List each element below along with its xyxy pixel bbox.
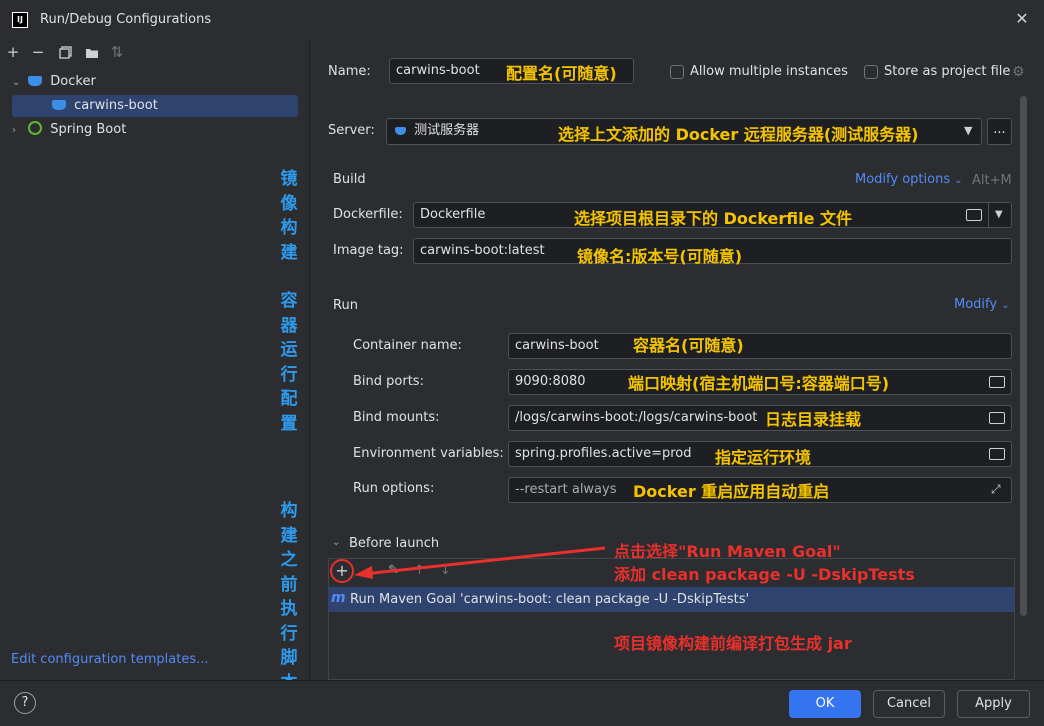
- remove-icon[interactable]: −: [29, 43, 47, 61]
- modify-options-link[interactable]: Modify options ⌄: [855, 172, 963, 187]
- maven-task-label: Run Maven Goal 'carwins-boot: clean pack…: [350, 592, 750, 607]
- name-label: Name:: [328, 64, 371, 79]
- env-vars-label: Environment variables:: [353, 446, 504, 461]
- container-name-field[interactable]: carwins-boot: [508, 333, 1012, 359]
- folder-icon[interactable]: [966, 209, 982, 221]
- chevron-right-icon: ›: [12, 125, 16, 136]
- apply-button[interactable]: Apply: [957, 690, 1030, 718]
- edit-templates-link[interactable]: Edit configuration templates...: [11, 652, 209, 667]
- name-note: 配置名(可随意): [506, 64, 617, 83]
- help-icon[interactable]: ?: [14, 692, 36, 714]
- spring-boot-icon: [28, 121, 43, 135]
- chevron-down-icon[interactable]: ⌄: [332, 537, 340, 548]
- copy-icon[interactable]: [56, 45, 74, 63]
- folder-icon[interactable]: [989, 412, 1005, 424]
- container-name-note: 容器名(可随意): [633, 336, 744, 355]
- arrow-annotation: [354, 546, 606, 579]
- vertical-note-build: 镜像构建: [280, 169, 298, 263]
- server-note: 选择上文添加的 Docker 远程服务器(测试服务器): [558, 125, 919, 144]
- folder-icon[interactable]: [989, 448, 1005, 460]
- vertical-note-run: 容器运行配置: [280, 291, 298, 434]
- cancel-button[interactable]: Cancel: [873, 690, 945, 718]
- tree-item-label: carwins-boot: [74, 98, 158, 113]
- window-title: Run/Debug Configurations: [40, 12, 212, 27]
- dockerfile-label: Dockerfile:: [333, 207, 403, 222]
- bind-mounts-label: Bind mounts:: [353, 410, 440, 425]
- sort-icon[interactable]: ⇅: [108, 43, 126, 61]
- run-heading: Run: [333, 298, 358, 313]
- chevron-down-icon: ⌄: [12, 77, 21, 88]
- run-options-label: Run options:: [353, 481, 435, 496]
- gear-icon[interactable]: ⚙: [1012, 64, 1025, 80]
- bind-ports-label: Bind ports:: [353, 374, 424, 389]
- build-heading: Build: [333, 172, 366, 187]
- docker-icon: [52, 100, 66, 110]
- vertical-note-before-launch: 构建之前执行脚本: [280, 501, 298, 693]
- tree-item-spring-boot[interactable]: › Spring Boot: [12, 119, 298, 141]
- modify-link[interactable]: Modify ⌄: [954, 297, 1010, 312]
- app-icon: IJ: [12, 12, 28, 28]
- maven-icon: m: [331, 590, 346, 606]
- chevron-down-icon[interactable]: ▼: [995, 209, 1003, 220]
- folder-add-icon[interactable]: [83, 45, 101, 63]
- env-vars-note: 指定运行环境: [715, 448, 812, 467]
- ok-button[interactable]: OK: [789, 690, 861, 718]
- run-options-note: Docker 重启应用自动重启: [633, 482, 830, 501]
- dockerfile-note: 选择项目根目录下的 Dockerfile 文件: [574, 209, 853, 228]
- store-project-label: Store as project file: [884, 64, 1011, 79]
- close-icon[interactable]: ✕: [1014, 9, 1030, 29]
- divider: [988, 202, 989, 228]
- bind-ports-note: 端口映射(宿主机端口号:容器端口号): [628, 374, 890, 393]
- server-label: Server:: [328, 123, 375, 138]
- shortcut-hint: Alt+M: [972, 173, 1012, 188]
- add-icon[interactable]: +: [4, 43, 22, 61]
- tree-item-label: Spring Boot: [50, 122, 127, 137]
- tree-item-carwins-boot[interactable]: carwins-boot: [12, 95, 298, 117]
- server-browse-button[interactable]: ...: [987, 118, 1012, 145]
- bind-mounts-note: 日志目录挂载: [765, 410, 862, 429]
- tree-item-label: Docker: [50, 74, 96, 89]
- chevron-down-icon[interactable]: ▼: [964, 124, 972, 137]
- maven-task-row[interactable]: m Run Maven Goal 'carwins-boot: clean pa…: [328, 587, 1014, 612]
- scrollbar[interactable]: [1020, 96, 1027, 616]
- folder-icon[interactable]: [989, 376, 1005, 388]
- tree-item-docker[interactable]: ⌄ Docker: [12, 71, 298, 93]
- image-tag-note: 镜像名:版本号(可随意): [577, 247, 743, 266]
- store-project-checkbox[interactable]: [864, 65, 878, 79]
- expand-icon[interactable]: ⤢: [991, 482, 1001, 497]
- before-launch-note-3: 项目镜像构建前编译打包生成 jar: [614, 634, 852, 653]
- image-tag-label: Image tag:: [333, 243, 404, 258]
- docker-icon: [395, 127, 406, 135]
- docker-icon: [28, 76, 43, 86]
- container-name-label: Container name:: [353, 338, 462, 353]
- allow-multiple-checkbox[interactable]: [670, 65, 684, 79]
- allow-multiple-label: Allow multiple instances: [690, 64, 848, 79]
- bind-mounts-field[interactable]: /logs/carwins-boot:/logs/carwins-boot: [508, 405, 1012, 431]
